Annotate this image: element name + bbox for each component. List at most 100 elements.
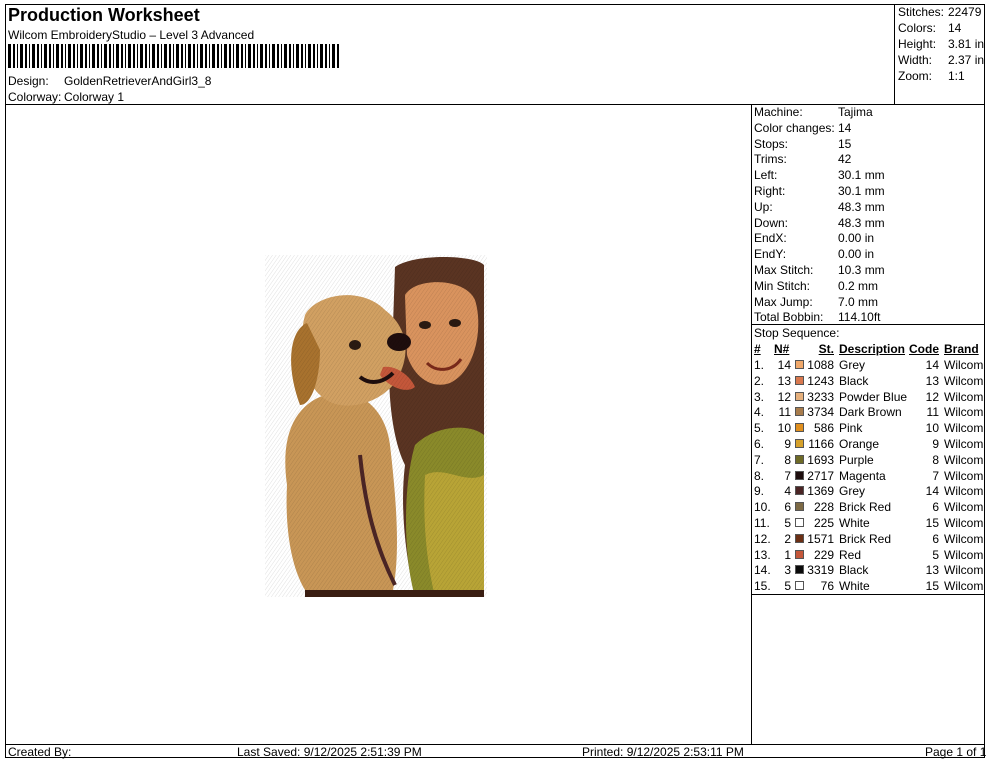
thread-brand: Wilcom bbox=[944, 468, 984, 483]
stop-row: 7. 8 1693 Purple 8 Wilcom bbox=[754, 453, 986, 469]
machine-info-value: 30.1 mm bbox=[838, 184, 885, 198]
needle-number: 4 bbox=[784, 484, 791, 499]
machine-info-value: 14 bbox=[838, 120, 852, 135]
thread-brand: Wilcom bbox=[944, 500, 984, 515]
needle-number: 14 bbox=[777, 358, 791, 372]
machine-info-value: 42 bbox=[838, 152, 852, 167]
thread-description: Magenta bbox=[839, 468, 886, 483]
thread-code: 10 bbox=[925, 421, 939, 436]
thread-description: Orange bbox=[839, 437, 880, 451]
thread-brand: Wilcom bbox=[944, 531, 984, 546]
stitch-count: 586 bbox=[813, 421, 834, 436]
stop-row: 6. 9 1166 Orange 9 Wilcom bbox=[754, 437, 986, 453]
color-swatch bbox=[795, 375, 804, 385]
footer-divider bbox=[5, 744, 985, 745]
thread-code: 12 bbox=[925, 389, 939, 404]
height-label: Height: bbox=[898, 37, 937, 51]
needle-number: 2 bbox=[784, 531, 791, 546]
design-value: GoldenRetrieverAndGirl3_8 bbox=[64, 74, 212, 88]
machine-info-value: 0.2 mm bbox=[838, 278, 879, 293]
stop-index: 15. bbox=[754, 579, 771, 594]
stop-index: 8. bbox=[754, 468, 765, 483]
stitch-count: 2717 bbox=[807, 468, 834, 483]
thread-description: Powder Blue bbox=[839, 389, 908, 404]
thread-description: Grey bbox=[839, 358, 866, 372]
machine-info-label: Max Stitch: bbox=[754, 263, 814, 277]
thread-description: Pink bbox=[839, 421, 863, 436]
needle-number: 5 bbox=[784, 516, 791, 530]
col-num: # bbox=[754, 342, 761, 356]
thread-brand: Wilcom bbox=[944, 358, 984, 372]
needle-number: 6 bbox=[784, 500, 791, 515]
thread-code: 6 bbox=[932, 531, 939, 546]
stop-index: 13. bbox=[754, 547, 771, 562]
stop-index: 7. bbox=[754, 452, 765, 467]
worksheet-title: Production Worksheet bbox=[8, 5, 200, 25]
thread-brand: Wilcom bbox=[944, 452, 984, 467]
color-swatch bbox=[795, 518, 804, 527]
machine-info-label: Stops: bbox=[754, 136, 789, 151]
stop-index: 12. bbox=[754, 531, 771, 546]
thread-brand: Wilcom bbox=[944, 437, 984, 451]
machine-info-label: Left: bbox=[754, 168, 778, 183]
stop-row: 2. 13 1243 Black 13 Wilcom bbox=[754, 374, 986, 390]
thread-code: 13 bbox=[925, 563, 939, 578]
stop-index: 4. bbox=[754, 405, 765, 420]
page-number: Page 1 of 1 bbox=[925, 745, 987, 759]
col-description: Description bbox=[839, 342, 906, 356]
color-swatch bbox=[795, 502, 804, 512]
stop-index: 2. bbox=[754, 373, 765, 388]
color-swatch bbox=[795, 439, 804, 448]
thread-brand: Wilcom bbox=[944, 516, 984, 530]
thread-code: 14 bbox=[925, 358, 939, 372]
machine-info-label: Machine: bbox=[754, 105, 803, 119]
thread-code: 9 bbox=[932, 437, 939, 451]
machine-info-value: 7.0 mm bbox=[838, 294, 879, 309]
stitches-label: Stitches: bbox=[898, 5, 945, 19]
thread-description: White bbox=[839, 516, 870, 530]
width-label: Width: bbox=[898, 53, 933, 67]
thread-code: 15 bbox=[925, 516, 939, 530]
stop-row: 10. 6 228 Brick Red 6 Wilcom bbox=[754, 500, 986, 516]
machine-info-label: EndX: bbox=[754, 231, 787, 246]
machine-info-value: 48.3 mm bbox=[838, 215, 885, 230]
stitch-count: 76 bbox=[820, 579, 834, 594]
machine-info-label: Min Stitch: bbox=[754, 278, 811, 293]
zoom-label: Zoom: bbox=[898, 69, 933, 83]
thread-code: 13 bbox=[925, 373, 939, 388]
thread-brand: Wilcom bbox=[944, 484, 984, 499]
stitch-count: 1243 bbox=[807, 373, 834, 388]
thread-brand: Wilcom bbox=[944, 421, 984, 436]
stop-index: 5. bbox=[754, 421, 765, 436]
color-swatch bbox=[795, 407, 804, 417]
machine-info-label: Total Bobbin: bbox=[754, 310, 824, 325]
thread-brand: Wilcom bbox=[944, 563, 984, 578]
stop-index: 6. bbox=[754, 437, 765, 451]
needle-number: 12 bbox=[777, 389, 791, 404]
thread-brand: Wilcom bbox=[944, 547, 984, 562]
colors-value: 14 bbox=[948, 21, 962, 35]
thread-code: 5 bbox=[932, 547, 939, 562]
zoom-value: 1:1 bbox=[948, 69, 965, 83]
col-stitches: St. bbox=[818, 342, 834, 356]
needle-number: 1 bbox=[784, 547, 791, 562]
stop-row: 9. 4 1369 Grey 14 Wilcom bbox=[754, 484, 986, 500]
stop-row: 3. 12 3233 Powder Blue 12 Wilcom bbox=[754, 390, 986, 406]
stitch-count: 229 bbox=[813, 547, 834, 562]
machine-info-label: Up: bbox=[754, 199, 773, 214]
thread-description: Black bbox=[839, 373, 869, 388]
machine-info-value: 10.3 mm bbox=[838, 263, 885, 277]
col-code: Code bbox=[909, 342, 939, 356]
thread-brand: Wilcom bbox=[944, 579, 984, 594]
machine-info-value: 15 bbox=[838, 136, 852, 151]
needle-number: 8 bbox=[784, 452, 791, 467]
thread-description: Dark Brown bbox=[839, 405, 902, 420]
colorway-label: Colorway: bbox=[8, 90, 62, 104]
color-swatch bbox=[795, 581, 804, 591]
machine-info-label: Down: bbox=[754, 215, 789, 230]
stop-row: 1. 14 1088 Grey 14 Wilcom bbox=[754, 358, 986, 374]
thread-description: White bbox=[839, 579, 870, 594]
thread-brand: Wilcom bbox=[944, 389, 984, 404]
height-value: 3.81 in bbox=[948, 37, 985, 51]
stop-sequence-header: # N# St. Description Code Brand bbox=[754, 342, 986, 358]
